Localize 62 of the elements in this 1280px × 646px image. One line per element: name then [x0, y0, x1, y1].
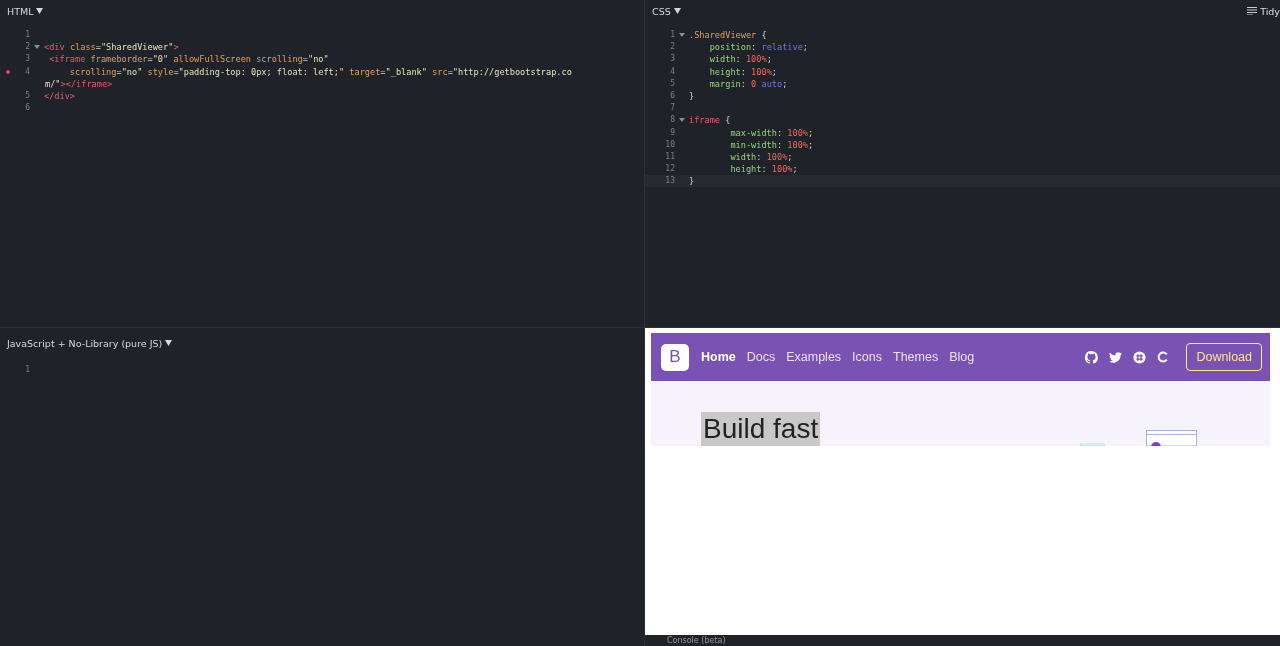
line-number: 2: [670, 41, 675, 54]
line-number: 7: [670, 102, 675, 115]
pane-title[interactable]: JavaScript + No-Library (pure JS): [7, 337, 163, 349]
code-line: }: [689, 89, 695, 103]
code-line: </div>: [44, 89, 76, 103]
code-line: <iframe frameborder="0" allowFullScreen scrolling="no": [48, 53, 329, 66]
line-number: 3: [670, 53, 675, 66]
nav-link[interactable]: Examples: [786, 350, 842, 364]
dropdown-caret-icon: [673, 8, 681, 14]
lines-icon: [1247, 7, 1258, 15]
line-number: 12: [665, 163, 675, 176]
line-number: 5: [25, 89, 30, 102]
hero-heading: Build fast: [701, 412, 821, 446]
fold-arrow-icon[interactable]: [679, 32, 685, 39]
nav-link[interactable]: Blog: [949, 350, 975, 364]
tidy-button[interactable]: Tidy: [1247, 5, 1280, 17]
code-line: iframe {: [689, 114, 731, 127]
pane-title[interactable]: CSS: [652, 5, 671, 17]
line-number: 5: [670, 77, 675, 90]
bird-icon[interactable]: [1109, 351, 1123, 363]
code-line: }: [689, 175, 695, 188]
code-line: margin: 0 auto;: [708, 77, 788, 90]
ring-icon[interactable]: [1157, 351, 1170, 363]
nav-link[interactable]: Icons: [852, 350, 882, 364]
code-line: height: 100%;: [708, 65, 777, 78]
code-line: scrolling="no" style="padding-top: 0px; float: left;" target="_blank" src="http://getbootstrap.co: [68, 65, 572, 78]
line-number: 4: [670, 65, 675, 78]
dropdown-caret-icon: [165, 340, 173, 346]
line-number: 13: [665, 175, 675, 188]
code-line: .SharedViewer {: [689, 29, 767, 42]
code-line: <div class="SharedViewer">: [44, 41, 179, 54]
line-number: 9: [670, 126, 675, 139]
dropdown-caret-icon: [36, 8, 44, 14]
nav-link[interactable]: Docs: [746, 350, 776, 364]
line-number: 6: [25, 102, 30, 115]
code-line: m/"></iframe>: [45, 77, 113, 90]
code-line: width: 100%;: [708, 53, 772, 66]
line-number: 6: [670, 89, 675, 102]
nav-link[interactable]: Home: [701, 350, 736, 364]
line-number: 2: [25, 41, 30, 54]
fold-arrow-icon[interactable]: [34, 44, 40, 51]
brand-logo[interactable]: B: [661, 343, 689, 371]
github-icon[interactable]: [1085, 350, 1099, 364]
code-line: min-width: 100%;: [729, 138, 814, 151]
fold-arrow-icon[interactable]: [679, 117, 685, 124]
line-number: 10: [665, 138, 675, 151]
code-line: height: 100%;: [729, 163, 798, 176]
download-button[interactable]: Download: [1186, 343, 1262, 371]
code-line: max-width: 100%;: [729, 126, 814, 139]
line-number: 1: [670, 29, 675, 41]
line-number: 4: [25, 65, 30, 78]
console-label[interactable]: Console (beta): [667, 636, 726, 646]
line-number: 11: [665, 150, 675, 163]
code-line: position: relative;: [708, 41, 809, 54]
hash-icon[interactable]: [1133, 350, 1147, 364]
nav-link[interactable]: Themes: [893, 350, 939, 364]
line-number: 1: [25, 29, 30, 41]
pane-title[interactable]: HTML: [7, 5, 34, 17]
code-line: width: 100%;: [729, 150, 793, 164]
line-number: 8: [670, 114, 675, 127]
line-number: 1: [25, 364, 30, 376]
line-number: 3: [25, 53, 30, 66]
